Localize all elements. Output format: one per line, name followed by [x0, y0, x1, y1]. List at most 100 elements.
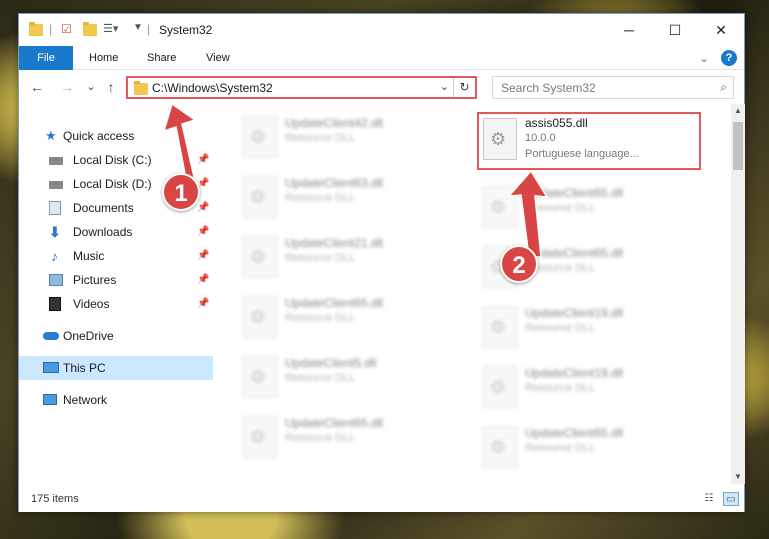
- recent-locations-button[interactable]: ⌄: [81, 77, 101, 97]
- file-description: Resource DLL: [285, 432, 356, 444]
- tab-home[interactable]: Home: [77, 46, 130, 70]
- callout-1: 1: [162, 173, 200, 211]
- file-list: UpdateClient42.dll Resource DLL UpdateCl…: [215, 104, 731, 484]
- dll-file-icon: [243, 176, 277, 218]
- videos-icon: [49, 297, 61, 311]
- list-item[interactable]: UpdateClient19.dll Resource DLL: [473, 360, 693, 412]
- vertical-scrollbar[interactable]: ▲ ▼: [731, 104, 745, 484]
- sidebar-item-network[interactable]: Network: [19, 388, 213, 412]
- up-button[interactable]: ↑: [101, 77, 121, 97]
- dll-file-icon: [483, 426, 517, 468]
- refresh-button[interactable]: ↻: [453, 78, 475, 97]
- search-icon: ⌕: [720, 80, 727, 94]
- list-item[interactable]: UpdateClient21.dll Resource DLL: [233, 230, 453, 282]
- list-item[interactable]: UpdateClient65.dll Resource DLL: [233, 410, 453, 462]
- file-description: Resource DLL: [525, 322, 596, 334]
- scroll-thumb[interactable]: [733, 122, 743, 170]
- file-name: UpdateClient19.dll: [525, 366, 624, 380]
- item-count: 175 items: [31, 493, 79, 505]
- folder-icon: [134, 81, 148, 95]
- address-path[interactable]: C:\Windows\System32: [152, 81, 273, 95]
- search-input[interactable]: Search System32 ⌕: [492, 76, 734, 99]
- folder-icon: [29, 22, 43, 38]
- list-item[interactable]: UpdateClient5.dll Resource DLL: [233, 350, 453, 402]
- explorer-window: | ☑ ☰▾ ▼ | System32 ─ ☐ ✕ File Home Shar…: [18, 13, 745, 512]
- pin-icon: 📌: [197, 202, 210, 213]
- list-item[interactable]: UpdateClient19.dll Resource DLL: [473, 300, 693, 352]
- back-button[interactable]: ←: [27, 77, 47, 97]
- search-placeholder: Search System32: [501, 81, 596, 95]
- dll-file-icon: [483, 366, 517, 408]
- file-name: UpdateClient65.dll: [285, 416, 384, 430]
- sidebar-item-pictures[interactable]: Pictures 📌: [19, 268, 213, 292]
- close-button[interactable]: ✕: [698, 14, 744, 46]
- sidebar-item-this-pc[interactable]: This PC: [19, 356, 213, 380]
- file-name: UpdateClient65.dll: [525, 246, 624, 260]
- file-name: UpdateClient19.dll: [525, 306, 624, 320]
- customize-qa-icon[interactable]: ☰▾: [103, 22, 118, 38]
- tab-view[interactable]: View: [194, 46, 242, 70]
- sidebar-item-label: OneDrive: [63, 329, 114, 343]
- list-item[interactable]: UpdateClient65.dll Resource DLL: [233, 290, 453, 342]
- documents-icon: [49, 201, 61, 215]
- sidebar-item-quick-access[interactable]: ★ Quick access: [19, 124, 213, 148]
- drive-icon: [49, 157, 63, 165]
- sidebar-item-videos[interactable]: Videos 📌: [19, 292, 213, 316]
- details-view-icon[interactable]: ☷: [701, 492, 717, 506]
- file-name: UpdateClient65.dll: [285, 296, 384, 310]
- title-bar: | ☑ ☰▾ ▼ | System32 ─ ☐ ✕: [19, 14, 744, 46]
- sidebar-item-label: Quick access: [63, 129, 135, 143]
- separator: |: [147, 22, 151, 36]
- sidebar-item-label: Documents: [73, 201, 134, 215]
- sidebar-item-downloads[interactable]: ⬇ Downloads 📌: [19, 220, 213, 244]
- ribbon-collapse-icon[interactable]: ⌄: [699, 46, 709, 70]
- file-description: Resource DLL: [525, 442, 596, 454]
- pin-icon: 📌: [197, 154, 210, 165]
- file-version: 10.0.0: [525, 132, 556, 144]
- cloud-icon: [43, 332, 59, 340]
- forward-button[interactable]: →: [57, 77, 77, 97]
- new-folder-icon[interactable]: [83, 22, 97, 38]
- pin-icon: 📌: [197, 226, 210, 237]
- pin-icon: 📌: [197, 250, 210, 261]
- navigation-pane: ★ Quick access Local Disk (C:) 📌 Local D…: [19, 104, 213, 484]
- list-item[interactable]: UpdateClient65.dll Resource DLL: [473, 420, 693, 472]
- scroll-up-icon[interactable]: ▲: [731, 104, 745, 118]
- sidebar-item-label: This PC: [63, 361, 106, 375]
- list-item[interactable]: UpdateClient65.dll Resource DLL: [473, 180, 693, 232]
- minimize-button[interactable]: ─: [606, 14, 652, 46]
- sidebar-item-local-disk-c[interactable]: Local Disk (C:) 📌: [19, 148, 213, 172]
- list-item[interactable]: UpdateClient42.dll Resource DLL: [233, 110, 453, 162]
- sidebar-item-label: Local Disk (C:): [73, 153, 152, 167]
- file-description: Resource DLL: [525, 202, 596, 214]
- maximize-button[interactable]: ☐: [652, 14, 698, 46]
- list-item[interactable]: UpdateClient63.dll Resource DLL: [233, 170, 453, 222]
- qa-dropdown-icon[interactable]: ▼: [133, 22, 143, 38]
- computer-icon: [43, 362, 59, 373]
- address-bar[interactable]: C:\Windows\System32 ⌄ ↻: [126, 76, 477, 99]
- address-dropdown-icon[interactable]: ⌄: [440, 80, 449, 93]
- sidebar-item-label: Videos: [73, 297, 110, 311]
- highlighted-file-assis055[interactable]: assis055.dll 10.0.0 Portuguese language.…: [477, 112, 701, 170]
- file-description: Resource DLL: [285, 252, 356, 264]
- sidebar-item-label: Downloads: [73, 225, 133, 239]
- properties-icon[interactable]: ☑: [61, 22, 72, 38]
- sidebar-item-onedrive[interactable]: OneDrive: [19, 324, 213, 348]
- drive-icon: [49, 181, 63, 189]
- tab-share[interactable]: Share: [135, 46, 188, 70]
- file-name: UpdateClient65.dll: [525, 186, 624, 200]
- tab-file[interactable]: File: [19, 46, 73, 70]
- file-name: UpdateClient63.dll: [285, 176, 384, 190]
- large-icons-view-icon[interactable]: ▭: [723, 492, 739, 506]
- sidebar-item-label: Pictures: [73, 273, 117, 287]
- file-description: Resource DLL: [285, 192, 356, 204]
- dll-file-icon: [243, 116, 277, 158]
- scroll-down-icon[interactable]: ▼: [731, 470, 745, 484]
- help-icon[interactable]: ?: [721, 50, 737, 66]
- music-icon: ♪: [51, 248, 58, 264]
- file-description: Resource DLL: [525, 382, 596, 394]
- sidebar-item-label: Local Disk (D:): [73, 177, 152, 191]
- file-name: UpdateClient5.dll: [285, 356, 377, 370]
- file-description: Resource DLL: [285, 132, 356, 144]
- sidebar-item-music[interactable]: ♪ Music 📌: [19, 244, 213, 268]
